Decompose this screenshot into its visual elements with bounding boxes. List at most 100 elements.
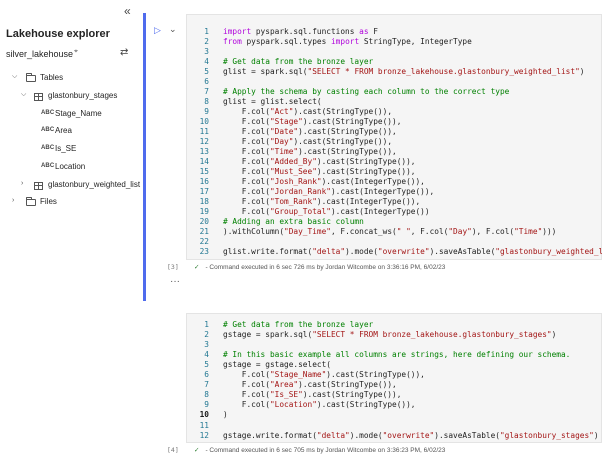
chevron-down-icon[interactable]: ⌵ [21,91,26,99]
code-text: F.col("Area").cast(StringType()), [223,380,397,390]
line-number: 4 [204,350,209,360]
code-cell-2[interactable]: 1 # Get data from the bronze layer 2 gstage… [186,313,602,443]
code-text: glist = spark.sql("SELECT * FROM bronze_… [223,67,585,76]
line-number: 2 [204,330,209,340]
line-number: 12 [199,137,209,146]
tree-item-files[interactable]: › Files [12,196,132,210]
run-cell-icon[interactable]: ▷ [154,25,161,36]
folder-icon [26,73,36,82]
line-number: 13 [199,147,209,156]
code-text: import pyspark.sql.functions as F [223,27,378,36]
column-name: Location [55,162,86,171]
tree-item-column[interactable]: ABC Location [41,161,136,175]
code-text: # Adding an extra basic column [223,217,364,226]
tree-item-column[interactable]: ABC Is_SE [41,143,136,157]
line-number: 2 [204,37,209,46]
code-text: F.col("Is_SE").cast(StringType()), [223,390,402,400]
code-text: # Apply the schema by casting each colum… [223,87,510,96]
column-name: Stage_Name [55,109,102,118]
folder-icon [26,197,36,206]
check-icon: ✓ [194,447,200,454]
lakehouse-name: silver_lakehouse [6,49,74,59]
code-text: F.col("Group_Total").cast(IntegerType()) [223,207,430,216]
code-text: F.col("Day").cast(StringType()), [223,137,393,146]
code-text: ).withColumn("Day_Time", F.concat_ws(" "… [223,227,557,236]
tree-item-label: glastonbury_stages [48,91,118,100]
code-text: ) [223,410,228,420]
code-text: gstage = gstage.select( [223,360,331,370]
tree-item-glastonbury-weighted-list[interactable]: › glastonbury_weighted_list [21,179,141,193]
explorer-title: Lakehouse explorer [6,28,110,40]
line-number: 8 [204,97,209,106]
code-text: F.col("Act").cast(StringType()), [223,107,393,116]
code-text: glist = glist.select( [223,97,322,106]
code-text: F.col("Stage_Name").cast(StringType()), [223,370,425,380]
code-text: glist.write.format("delta").mode("overwr… [223,247,602,256]
tree-item-column[interactable]: ABC Area [41,125,136,139]
code-text: F.col("Time").cast(StringType()), [223,147,397,156]
line-number: 9 [204,107,209,116]
table-icon [34,182,43,190]
string-type-icon: ABC [41,145,55,151]
cell-execution-count: [4] [167,446,179,454]
code-text: F.col("Date").cast(StringType()), [223,127,397,136]
string-type-icon: ABC [41,127,55,133]
line-number: 10 [199,410,209,420]
chevron-right-icon[interactable]: › [21,180,23,187]
code-text: F.col("Added_By").cast(StringType()), [223,157,416,166]
chevron-right-icon[interactable]: › [12,197,14,204]
cell-status: ✓ - Command executed in 6 sec 726 ms by J… [194,263,445,271]
tree-item-label: glastonbury_weighted_list [48,180,141,189]
line-number: 1 [204,27,209,36]
line-number: 11 [199,420,209,430]
check-icon: ✓ [194,264,200,271]
code-text: # Get data from the bronze layer [223,57,374,66]
code-text: F.col("Josh_Rank").cast(IntegerType()), [223,177,425,186]
code-cell-1[interactable]: 1 import pyspark.sql.functions as F 2 from … [186,14,602,260]
string-type-icon: ABC [41,163,55,169]
chevron-down-icon[interactable]: ⌄ [169,24,177,35]
pin-icon[interactable]: ⌖ [74,48,78,56]
line-number: 23 [199,247,209,256]
status-text: - Command executed in 6 sec 705 ms by Jo… [205,447,446,454]
line-number: 9 [204,400,209,410]
code-text: F.col("Stage").cast(StringType()), [223,117,402,126]
line-number: 11 [199,127,209,136]
collapse-panel-icon[interactable]: « [124,4,131,18]
switch-lakehouse-icon[interactable]: ⇄ [120,47,128,58]
tree-item-column[interactable]: ABC Stage_Name [41,108,136,122]
line-number: 5 [204,360,209,370]
line-number: 7 [204,87,209,96]
table-icon [34,93,43,101]
cell-status: ✓ - Command executed in 6 sec 705 ms by J… [194,446,445,454]
line-number: 5 [204,67,209,76]
lakehouse-explorer-panel: « Lakehouse explorer silver_lakehouse ⌖ … [0,0,141,460]
more-options-icon[interactable]: ··· [170,276,180,287]
chevron-down-icon[interactable]: ⌵ [12,73,17,81]
line-number: 16 [199,177,209,186]
line-number: 17 [199,187,209,196]
code-text: F.col("Location").cast(StringType()), [223,400,416,410]
line-number: 6 [204,370,209,380]
cell-execution-count: [3] [167,263,179,271]
tree-item-tables[interactable]: ⌵ Tables [12,72,132,86]
line-number: 12 [199,430,209,440]
code-text: gstage.write.format("delta").mode("overw… [223,430,599,440]
tree-item-glastonbury-stages[interactable]: ⌵ glastonbury_stages [21,90,136,104]
line-number: 3 [204,47,209,56]
line-number: 18 [199,197,209,206]
line-number: 7 [204,380,209,390]
code-text: F.col("Tom_Rank").cast(IntegerType()), [223,197,421,206]
lakehouse-selector[interactable]: silver_lakehouse ⌖ ⇄ [6,47,132,62]
tree-item-label: Files [40,197,57,206]
line-number: 3 [204,340,209,350]
line-number: 6 [204,77,209,86]
line-number: 21 [199,227,209,236]
line-number: 15 [199,167,209,176]
line-number: 22 [199,237,209,246]
code-text: # Get data from the bronze layer [223,320,374,329]
code-text: F.col("Jordan_Rank").cast(IntegerType())… [223,187,435,196]
line-number: 8 [204,390,209,400]
code-text: # In this basic example all columns are … [223,350,571,360]
line-number: 10 [199,117,209,126]
